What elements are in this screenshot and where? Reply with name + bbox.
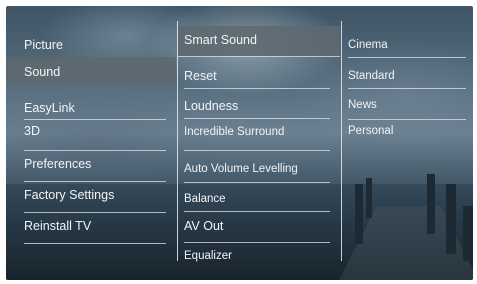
- menu-item-cinema[interactable]: Cinema: [348, 37, 388, 53]
- menu-separator: [184, 182, 330, 183]
- menu-item-auto-volume-levelling[interactable]: Auto Volume Levelling: [184, 161, 298, 177]
- menu-separator: [184, 242, 330, 243]
- menu-separator: [184, 118, 330, 119]
- menu-separator: [24, 150, 166, 151]
- menu-item-personal[interactable]: Personal: [348, 123, 393, 139]
- menu-separator: [178, 56, 340, 57]
- tv-settings-screen: Picture Sound EasyLink 3D Preferences Fa…: [6, 6, 473, 280]
- menu-item-av-out[interactable]: AV Out: [184, 218, 223, 234]
- menu-separator: [24, 181, 166, 182]
- menu-separator: [348, 119, 466, 120]
- menu-item-picture[interactable]: Picture: [24, 37, 63, 53]
- menu-item-reset[interactable]: Reset: [184, 68, 217, 84]
- menu-item-factory-settings[interactable]: Factory Settings: [24, 187, 114, 203]
- menu-item-preferences[interactable]: Preferences: [24, 156, 91, 172]
- menu-item-incredible-surround[interactable]: Incredible Surround: [184, 124, 284, 140]
- menu-item-news[interactable]: News: [348, 97, 377, 113]
- pier-post: [427, 174, 435, 234]
- column-divider: [341, 21, 342, 261]
- menu-item-balance[interactable]: Balance: [184, 191, 226, 207]
- menu-separator: [24, 243, 166, 244]
- menu-separator: [24, 212, 166, 213]
- menu-item-smart-sound[interactable]: Smart Sound: [184, 32, 257, 48]
- menu-separator: [184, 211, 330, 212]
- pier-post: [463, 206, 473, 261]
- menu-item-reinstall-tv[interactable]: Reinstall TV: [24, 218, 91, 234]
- pier-post: [446, 184, 456, 254]
- menu-item-easylink[interactable]: EasyLink: [24, 100, 75, 116]
- menu-separator: [348, 88, 466, 89]
- menu-separator: [24, 119, 166, 120]
- menu-item-loudness[interactable]: Loudness: [184, 98, 238, 114]
- menu-separator: [348, 57, 466, 58]
- menu-separator: [184, 150, 330, 151]
- menu-item-sound[interactable]: Sound: [24, 64, 60, 80]
- menu-item-standard[interactable]: Standard: [348, 68, 395, 84]
- menu-separator: [184, 88, 330, 89]
- menu-item-3d[interactable]: 3D: [24, 123, 40, 139]
- pier-post: [355, 184, 363, 244]
- column-divider: [177, 21, 178, 261]
- pier-post: [366, 178, 372, 218]
- menu-item-equalizer[interactable]: Equalizer: [184, 248, 232, 264]
